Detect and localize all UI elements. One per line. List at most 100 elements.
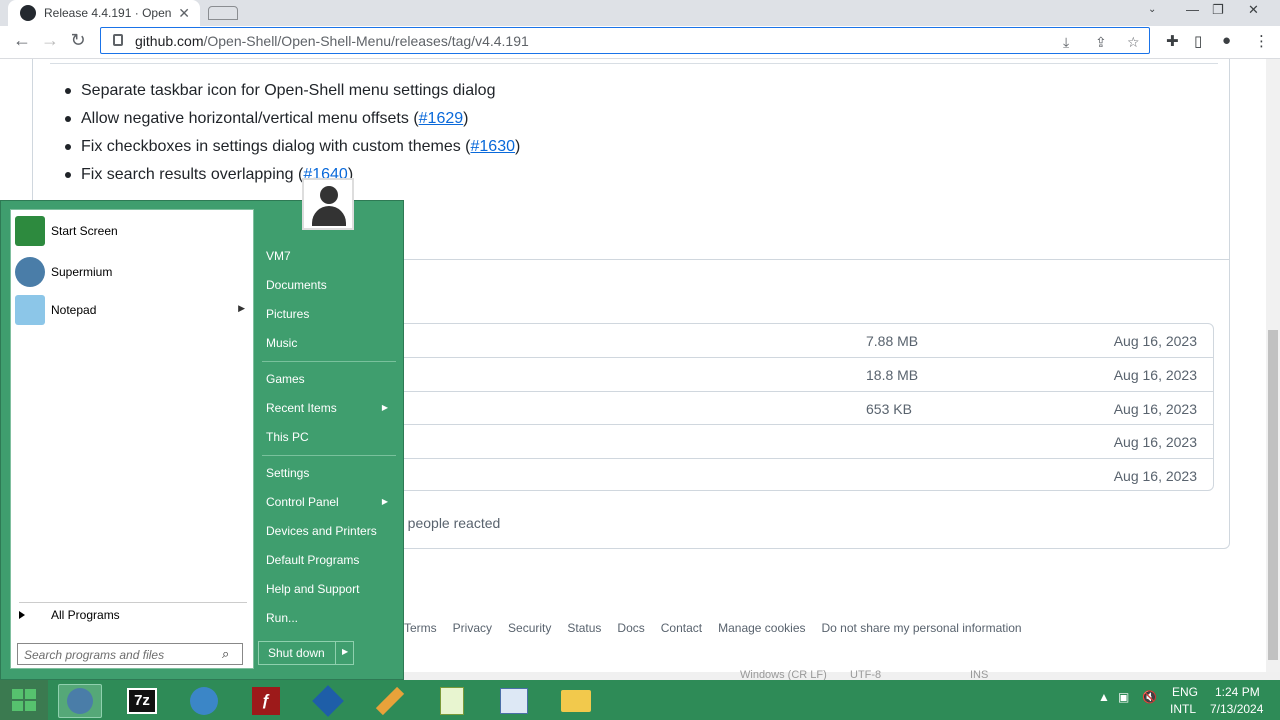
browser-tab[interactable]: Release 4.4.191 · Open ✕ bbox=[8, 0, 200, 26]
start-item-music[interactable]: Music bbox=[266, 336, 396, 350]
profile-icon[interactable]: ● bbox=[1222, 32, 1231, 49]
flash-icon: ƒ bbox=[252, 687, 280, 715]
start-item-this-pc[interactable]: This PC bbox=[266, 430, 396, 444]
start-item-pictures[interactable]: Pictures bbox=[266, 307, 396, 321]
footer-link-status[interactable]: Status bbox=[567, 621, 601, 635]
scrollbar-thumb[interactable] bbox=[1268, 330, 1278, 660]
taskbar-pencil-tool[interactable] bbox=[368, 684, 412, 718]
asset-row[interactable]: Aug 16, 2023 bbox=[291, 424, 1213, 457]
taskbar-notepad-plus[interactable] bbox=[430, 684, 474, 718]
search-icon[interactable]: ⌕ bbox=[222, 646, 229, 662]
start-button[interactable] bbox=[0, 680, 48, 720]
start-item-run[interactable]: Run... bbox=[266, 611, 396, 625]
triangle-right-icon bbox=[19, 611, 25, 619]
forward-icon[interactable]: → bbox=[38, 30, 62, 51]
release-notes-list: Separate taskbar icon for Open-Shell men… bbox=[64, 81, 520, 193]
start-item-default-programs[interactable]: Default Programs bbox=[266, 553, 396, 567]
paint-icon bbox=[500, 688, 528, 714]
asset-date: Aug 16, 2023 bbox=[1113, 367, 1197, 383]
close-window-button[interactable]: ✕ bbox=[1248, 2, 1259, 18]
divider bbox=[50, 63, 1218, 64]
program-supermium[interactable]: Supermium bbox=[15, 255, 251, 289]
footer-link-docs[interactable]: Docs bbox=[617, 621, 644, 635]
tab-title: Release 4.4.191 · Open bbox=[44, 6, 172, 20]
side-panel-icon[interactable]: ▯ bbox=[1194, 32, 1202, 50]
reload-icon[interactable]: ↻ bbox=[66, 30, 90, 51]
footer-link-security[interactable]: Security bbox=[508, 621, 551, 635]
divider bbox=[262, 361, 396, 362]
lock-icon bbox=[113, 34, 123, 46]
submenu-arrow-icon: ▶ bbox=[381, 497, 388, 506]
taskbar-virtualbox[interactable] bbox=[306, 684, 350, 718]
address-bar[interactable]: github.com/Open-Shell/Open-Shell-Menu/re… bbox=[100, 27, 1150, 54]
chevron-down-icon[interactable]: ⌄ bbox=[1148, 4, 1156, 15]
asset-row[interactable]: Aug 16, 2023 bbox=[291, 458, 1213, 491]
program-start-screen[interactable]: Start Screen bbox=[15, 214, 251, 248]
close-tab-icon[interactable]: ✕ bbox=[178, 5, 190, 22]
asset-row[interactable]: 18.8 MB Aug 16, 2023 bbox=[291, 357, 1213, 390]
list-item: Separate taskbar icon for Open-Shell men… bbox=[64, 81, 520, 109]
asset-size: 653 KB bbox=[866, 401, 912, 417]
back-icon[interactable]: ← bbox=[10, 30, 34, 51]
language-bottom[interactable]: INTL bbox=[1170, 702, 1196, 716]
install-icon[interactable]: ⤓ bbox=[1063, 34, 1069, 51]
divider bbox=[19, 602, 247, 603]
minimize-button[interactable]: — bbox=[1186, 2, 1199, 17]
start-item-settings[interactable]: Settings bbox=[266, 466, 396, 480]
issue-link[interactable]: #1629 bbox=[419, 110, 464, 127]
taskbar-download-manager[interactable] bbox=[182, 684, 226, 718]
bookmark-star-icon[interactable]: ☆ bbox=[1127, 34, 1140, 51]
user-avatar[interactable] bbox=[302, 178, 354, 230]
language-top[interactable]: ENG bbox=[1172, 685, 1198, 699]
taskbar-flash[interactable]: ƒ bbox=[244, 684, 288, 718]
footer-link-cookies[interactable]: Manage cookies bbox=[718, 621, 805, 635]
asset-row[interactable]: 653 KB Aug 16, 2023 bbox=[291, 391, 1213, 424]
start-screen-icon bbox=[15, 216, 45, 246]
url-path: /Open-Shell/Open-Shell-Menu/releases/tag… bbox=[203, 32, 529, 49]
share-icon[interactable]: ⇪ bbox=[1095, 34, 1107, 51]
taskbar-7zip[interactable]: 7z bbox=[120, 684, 164, 718]
start-item-games[interactable]: Games bbox=[266, 372, 396, 386]
submenu-arrow-icon: ▶ bbox=[381, 403, 388, 412]
footer-link-privacy[interactable]: Privacy bbox=[453, 621, 492, 635]
tray-overflow-icon[interactable]: ▲ bbox=[1098, 690, 1110, 704]
footer-link-terms[interactable]: Terms bbox=[404, 621, 437, 635]
all-programs-button[interactable]: All Programs bbox=[19, 608, 120, 622]
asset-date: Aug 16, 2023 bbox=[1113, 468, 1197, 484]
new-tab-button[interactable] bbox=[208, 6, 238, 20]
extensions-icon[interactable]: ✚ bbox=[1166, 32, 1179, 50]
asset-row[interactable]: 7.88 MB Aug 16, 2023 bbox=[291, 324, 1213, 357]
taskbar-supermium[interactable] bbox=[58, 684, 102, 718]
volume-muted-icon[interactable]: 🔇 bbox=[1142, 690, 1157, 704]
clock-time[interactable]: 1:24 PM bbox=[1215, 685, 1260, 699]
asset-date: Aug 16, 2023 bbox=[1113, 333, 1197, 349]
maximize-button[interactable]: ❐ bbox=[1212, 2, 1224, 18]
start-item-control-panel[interactable]: Control Panel ▶ bbox=[266, 495, 396, 509]
menu-icon[interactable]: ⋮ bbox=[1254, 32, 1269, 50]
program-notepad[interactable]: Notepad ▶ bbox=[15, 293, 251, 327]
start-item-help-support[interactable]: Help and Support bbox=[266, 582, 396, 596]
supermium-icon bbox=[15, 257, 45, 287]
github-icon bbox=[20, 5, 36, 21]
network-icon[interactable]: ▣ bbox=[1118, 690, 1129, 704]
asset-date: Aug 16, 2023 bbox=[1113, 401, 1197, 417]
footer-link-do-not-share[interactable]: Do not share my personal information bbox=[822, 621, 1022, 635]
taskbar-file-explorer[interactable] bbox=[554, 684, 598, 718]
search-input[interactable]: Search programs and files bbox=[17, 643, 243, 665]
tab-bar: Release 4.4.191 · Open ✕ ⌄ — ❐ ✕ bbox=[0, 0, 1280, 26]
supermium-icon bbox=[67, 688, 93, 714]
taskbar-paint[interactable] bbox=[492, 684, 536, 718]
asset-size: 18.8 MB bbox=[866, 367, 919, 383]
start-item-documents[interactable]: Documents bbox=[266, 278, 396, 292]
start-item-vm7[interactable]: VM7 bbox=[266, 249, 396, 263]
list-item: Fix checkboxes in settings dialog with c… bbox=[64, 137, 520, 165]
footer-link-contact[interactable]: Contact bbox=[661, 621, 702, 635]
issue-link[interactable]: #1630 bbox=[471, 138, 516, 155]
start-item-devices-printers[interactable]: Devices and Printers bbox=[266, 524, 396, 538]
clock-date[interactable]: 7/13/2024 bbox=[1210, 702, 1263, 716]
notepad-plus-icon bbox=[440, 687, 464, 715]
start-menu-programs-pane: Start Screen Supermium Notepad ▶ All Pro… bbox=[10, 209, 254, 669]
start-item-recent-items[interactable]: Recent Items ▶ bbox=[266, 401, 396, 415]
shutdown-options-arrow-icon[interactable]: ▶ bbox=[342, 647, 348, 656]
shutdown-button[interactable]: Shut down ▶ bbox=[258, 641, 354, 665]
